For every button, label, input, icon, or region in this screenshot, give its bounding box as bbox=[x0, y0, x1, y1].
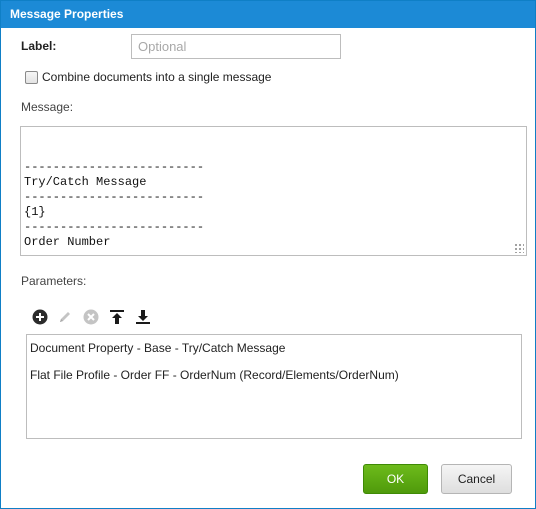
message-textarea[interactable]: ------------------------- Try/Catch Mess… bbox=[20, 126, 527, 256]
add-parameter-button[interactable] bbox=[30, 307, 50, 327]
cancel-button[interactable]: Cancel bbox=[441, 464, 512, 494]
list-item[interactable]: Document Property - Base - Try/Catch Mes… bbox=[30, 341, 518, 355]
edit-parameter-button[interactable] bbox=[55, 307, 75, 327]
combine-documents-row[interactable]: Combine documents into a single message bbox=[25, 69, 271, 85]
combine-documents-label: Combine documents into a single message bbox=[42, 70, 272, 84]
delete-icon bbox=[83, 309, 99, 325]
delete-parameter-button[interactable] bbox=[81, 307, 101, 327]
message-text: ------------------------- Try/Catch Mess… bbox=[24, 160, 205, 255]
dialog-title: Message Properties bbox=[1, 1, 535, 28]
move-bottom-icon bbox=[136, 310, 150, 324]
combine-documents-checkbox[interactable] bbox=[25, 70, 38, 84]
edit-icon bbox=[60, 312, 70, 322]
label-caption: Label: bbox=[21, 39, 57, 53]
message-caption: Message: bbox=[21, 100, 74, 114]
list-item[interactable]: Flat File Profile - Order FF - OrderNum … bbox=[30, 368, 518, 382]
ok-button[interactable]: OK bbox=[363, 464, 428, 494]
label-input[interactable] bbox=[131, 34, 341, 59]
move-to-bottom-button[interactable] bbox=[133, 307, 153, 327]
parameters-list[interactable]: Document Property - Base - Try/Catch Mes… bbox=[26, 334, 522, 439]
parameters-caption: Parameters: bbox=[21, 274, 87, 288]
move-top-icon bbox=[110, 310, 124, 324]
message-properties-dialog: Message Properties Label: Combine docume… bbox=[0, 0, 536, 509]
resize-grip-icon[interactable] bbox=[514, 243, 524, 253]
add-icon bbox=[32, 309, 48, 325]
move-to-top-button[interactable] bbox=[107, 307, 127, 327]
